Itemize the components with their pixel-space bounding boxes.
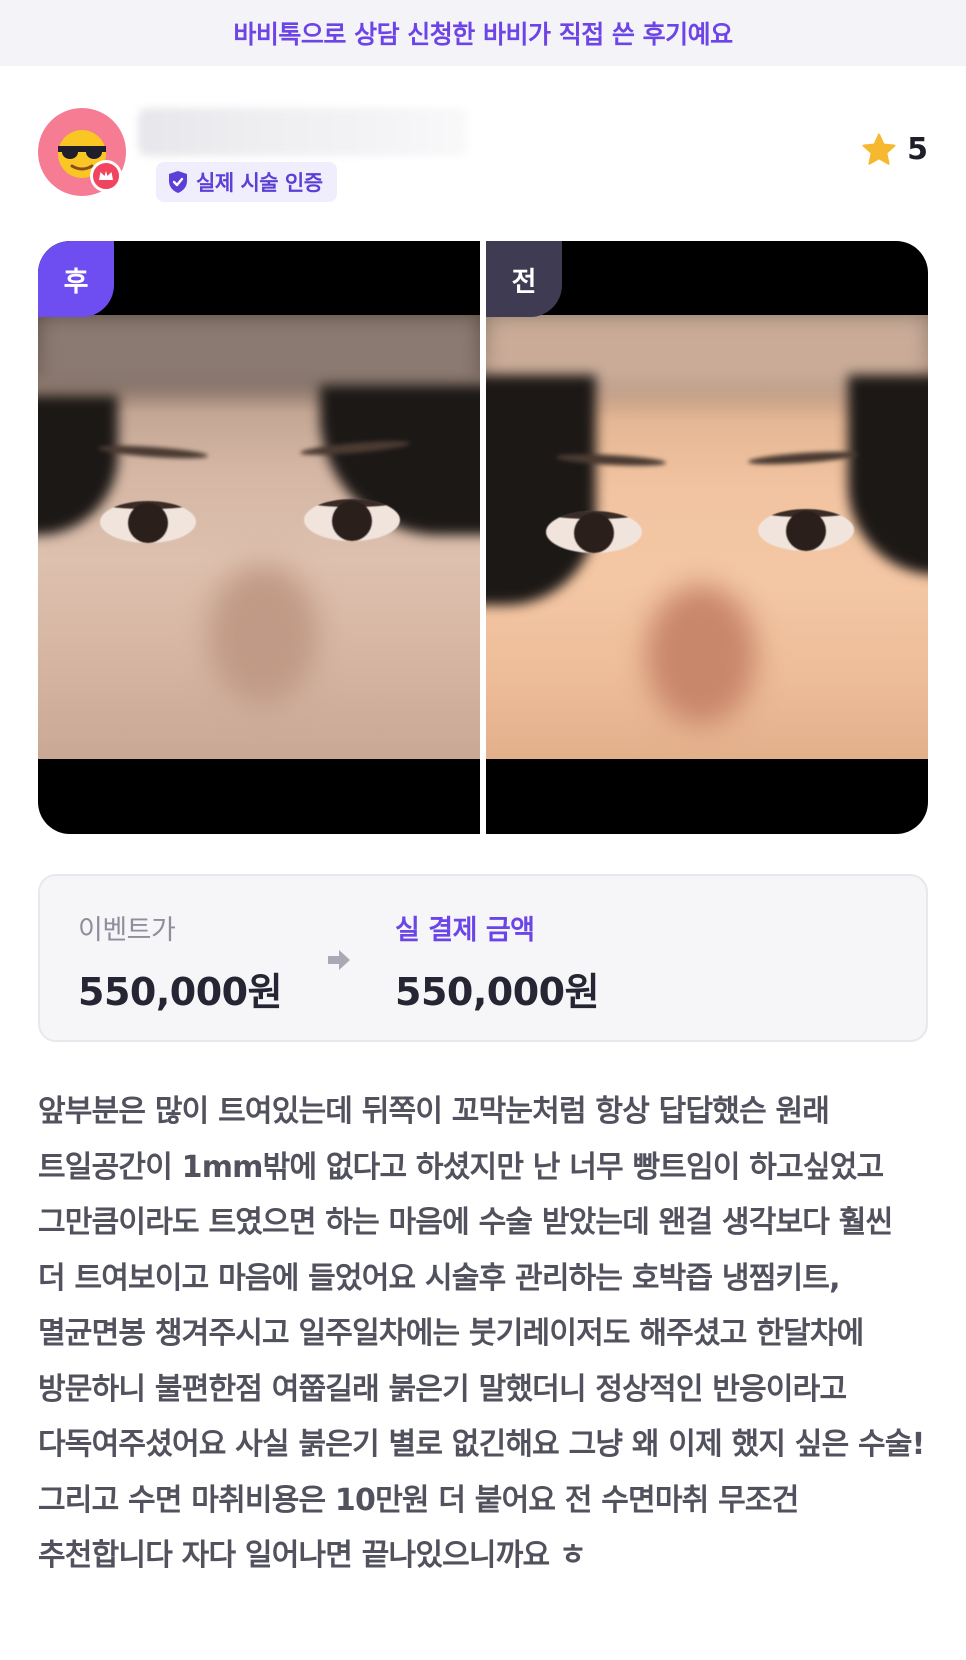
before-photo[interactable]: 전 xyxy=(486,241,928,834)
event-price: 이벤트가 550,000원 xyxy=(78,908,283,1016)
rating: 5 xyxy=(861,132,928,167)
paid-price-label: 실 결제 금액 xyxy=(395,915,535,946)
crown-badge-icon xyxy=(90,160,122,192)
event-price-label: 이벤트가 xyxy=(78,915,176,946)
after-photo[interactable]: 후 xyxy=(38,241,480,834)
arrow-right-icon xyxy=(328,950,350,970)
before-label: 전 xyxy=(486,241,562,317)
banner-text: 바비톡으로 상담 신청한 바비가 직접 쓴 후기예요 xyxy=(233,20,733,49)
price-summary: 이벤트가 550,000원 실 결제 금액 550,000원 xyxy=(38,874,928,1042)
verified-treatment-badge: 실제 시술 인증 xyxy=(156,162,337,202)
avatar[interactable] xyxy=(38,108,126,196)
event-price-value: 550,000원 xyxy=(78,970,283,1014)
verified-badge-label: 실제 시술 인증 xyxy=(196,171,323,195)
paid-price: 실 결제 금액 550,000원 xyxy=(395,908,600,1016)
rating-value: 5 xyxy=(907,132,928,167)
review-source-banner: 바비톡으로 상담 신청한 바비가 직접 쓴 후기예요 xyxy=(0,0,966,66)
review-body: 앞부분은 많이 트여있는데 뒤쪽이 꼬막눈처럼 항상 답답했슨 원래 트일공간이… xyxy=(38,1094,925,1573)
after-label: 후 xyxy=(38,241,114,317)
after-face-image xyxy=(38,315,480,759)
star-icon xyxy=(862,133,896,165)
before-after-photos[interactable]: 후 전 xyxy=(38,241,928,834)
username-blurred xyxy=(138,108,468,156)
paid-price-value: 550,000원 xyxy=(395,970,600,1014)
before-face-image xyxy=(486,315,928,759)
reviewer-header: 실제 시술 인증 5 xyxy=(38,108,928,208)
shield-check-icon xyxy=(169,171,187,193)
